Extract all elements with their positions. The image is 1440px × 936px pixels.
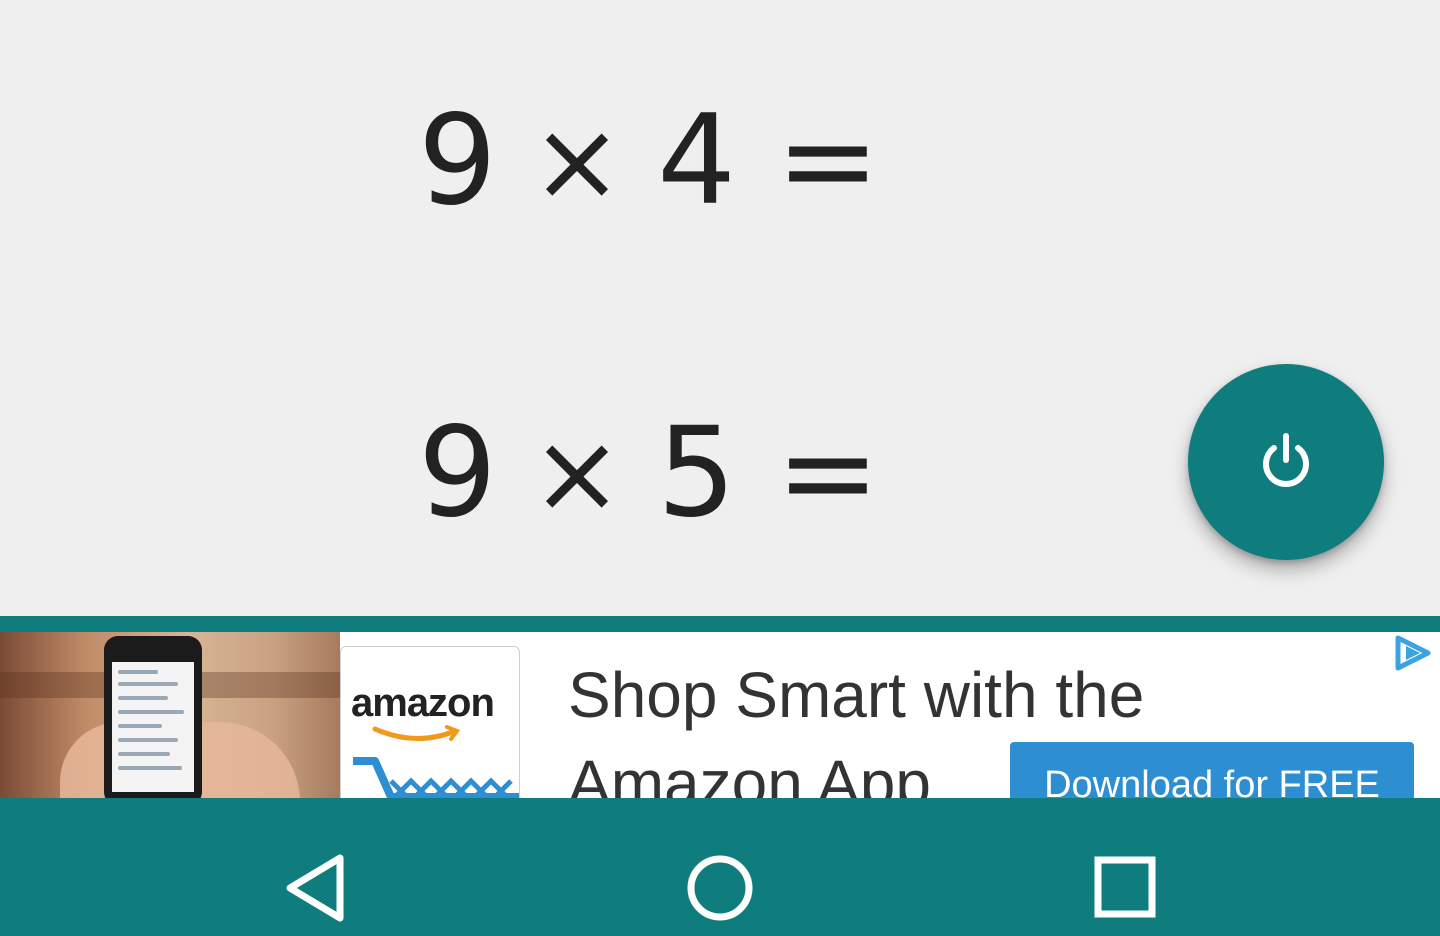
multiply-sign: × bbox=[530, 409, 624, 537]
divider bbox=[0, 616, 1440, 632]
back-icon bbox=[286, 854, 344, 922]
operand-a: 9 bbox=[418, 401, 497, 545]
navigation-bar bbox=[0, 798, 1440, 936]
amazon-logo: amazon bbox=[340, 646, 520, 798]
ad-headline: Shop Smart with the bbox=[568, 659, 1145, 731]
operand-b: 5 bbox=[657, 401, 736, 545]
home-button[interactable] bbox=[680, 848, 760, 928]
power-icon bbox=[1263, 433, 1309, 487]
screen: 9 × 4 = 9 × 5 = amazon Shop Smart with t… bbox=[0, 0, 1440, 936]
ad-banner[interactable]: amazon Shop Smart with the Amazon App Do… bbox=[0, 632, 1440, 798]
back-button[interactable] bbox=[276, 848, 356, 928]
multiply-sign: × bbox=[530, 97, 624, 225]
smile-arrow-icon bbox=[372, 725, 461, 741]
problem-row: 9 × 4 = bbox=[418, 89, 880, 233]
operand-a: 9 bbox=[418, 89, 497, 233]
equals-sign: = bbox=[775, 89, 880, 233]
ad-subline: Amazon App bbox=[568, 747, 931, 798]
recents-icon bbox=[1094, 856, 1156, 918]
problem-row: 9 × 5 = bbox=[418, 401, 880, 545]
equals-sign: = bbox=[775, 401, 880, 545]
power-button[interactable] bbox=[1188, 364, 1384, 560]
ad-image bbox=[0, 632, 340, 798]
quiz-area: 9 × 4 = 9 × 5 = bbox=[0, 0, 1440, 616]
home-icon bbox=[687, 855, 753, 921]
adchoices-icon[interactable] bbox=[1392, 634, 1434, 672]
download-button[interactable]: Download for FREE bbox=[1010, 742, 1414, 798]
cart-icon bbox=[353, 757, 519, 798]
logo-text: amazon bbox=[351, 681, 495, 725]
recents-button[interactable] bbox=[1086, 848, 1166, 928]
operand-b: 4 bbox=[657, 89, 736, 233]
